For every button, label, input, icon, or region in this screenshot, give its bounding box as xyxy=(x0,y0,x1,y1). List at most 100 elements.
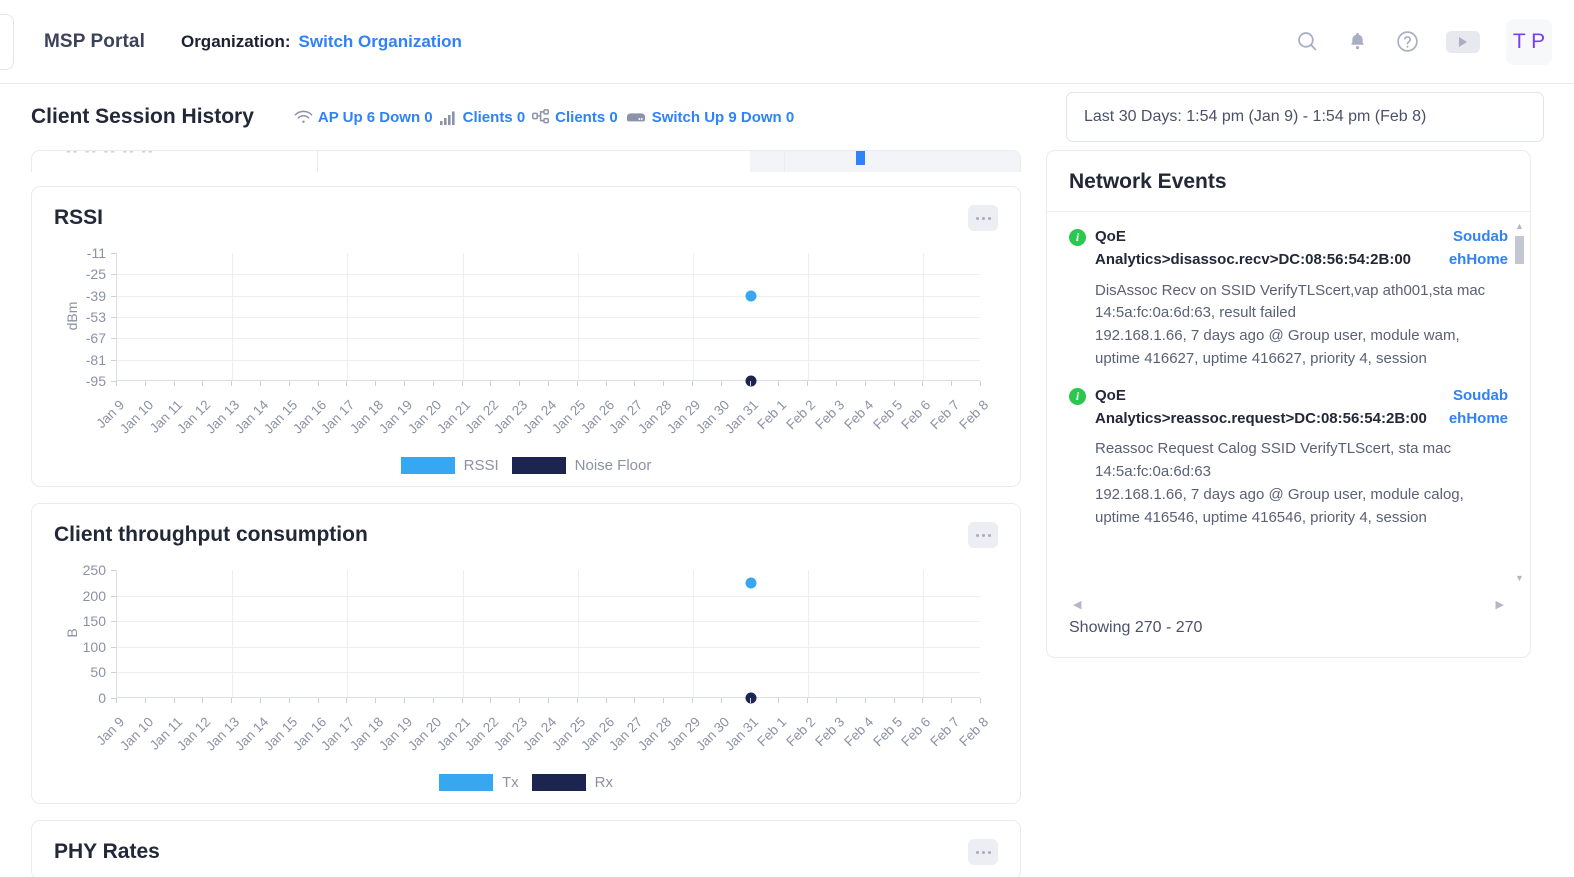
gridline-vertical xyxy=(808,253,810,380)
x-axis-tick xyxy=(288,698,290,703)
legend-item[interactable]: RSSI xyxy=(400,457,499,474)
gridline-horizontal xyxy=(117,274,980,276)
scroll-down-icon[interactable]: ▼ xyxy=(1514,574,1525,583)
status-clients-wired[interactable]: Clients 0 xyxy=(532,109,618,126)
date-range-selector[interactable]: Last 30 Days: 1:54 pm (Jan 9) - 1:54 pm … xyxy=(1066,92,1544,142)
data-point[interactable] xyxy=(745,375,757,387)
x-axis-tick xyxy=(116,381,117,386)
network-events-vertical-scrollbar[interactable]: ▲ ▼ xyxy=(1514,222,1525,583)
previous-card-partial: ▪▪ ▪▪ ▪▪ ▪▪ ▪▪ xyxy=(31,150,1021,172)
x-axis-tick xyxy=(634,698,636,703)
event-user-link[interactable]: SoudabehHome xyxy=(1446,226,1508,272)
x-axis-tick xyxy=(144,381,146,386)
legend-item[interactable]: Rx xyxy=(531,774,613,791)
x-axis-tick xyxy=(864,381,866,386)
gridline-vertical xyxy=(693,253,694,380)
rssi-legend: RSSI Noise Floor xyxy=(54,457,998,474)
legend-item[interactable]: Tx xyxy=(438,774,519,791)
event-description: Reassoc Request Calog SSID VerifyTLScert… xyxy=(1095,440,1464,526)
brand-title: MSP Portal xyxy=(44,30,145,52)
scroll-right-icon[interactable]: ▶ xyxy=(1496,598,1504,611)
switch-icon xyxy=(625,110,647,124)
bell-icon[interactable] xyxy=(1346,30,1369,53)
throughput-card-menu-button[interactable] xyxy=(968,522,998,548)
gridline-vertical xyxy=(577,570,579,697)
list-item[interactable]: i QoE Analytics>disassoc.recv>DC:08:56:5… xyxy=(1069,226,1508,371)
x-axis-tick xyxy=(202,698,204,703)
gridline-horizontal xyxy=(117,595,980,597)
search-icon[interactable] xyxy=(1295,29,1320,54)
gridline-vertical xyxy=(347,570,349,697)
video-play-icon[interactable] xyxy=(1446,30,1480,53)
gridline-vertical xyxy=(232,570,234,697)
x-axis-tick xyxy=(260,381,261,386)
x-axis-tick xyxy=(490,381,492,386)
gridline-vertical xyxy=(808,570,810,697)
legend-label: RSSI xyxy=(463,457,499,474)
y-axis-tick-label: -39 xyxy=(85,287,106,304)
x-axis-tick xyxy=(461,381,463,386)
network-events-footer: Showing 270 - 270 xyxy=(1069,619,1203,636)
network-events-horizontal-scrollbar[interactable]: ◀ ▶ xyxy=(1047,592,1530,611)
gridline-vertical xyxy=(347,253,349,380)
scroll-left-icon[interactable]: ◀ xyxy=(1073,598,1081,611)
throughput-chart: 250 200 150 100 50 0 B Jan 9 Jan 10 Jan 11 Jan 12 J… xyxy=(32,552,1020,803)
gridline-horizontal xyxy=(117,672,980,674)
data-point[interactable] xyxy=(745,692,757,704)
x-axis-tick xyxy=(231,381,233,386)
network-events-column: Network Events i QoE Analytics>disassoc.… xyxy=(1046,150,1531,674)
network-events-list: i QoE Analytics>disassoc.recv>DC:08:56:5… xyxy=(1047,212,1530,592)
data-point[interactable] xyxy=(745,290,757,302)
scrollbar-thumb[interactable] xyxy=(1515,236,1524,264)
status-ap[interactable]: AP Up 6 Down 0 xyxy=(294,109,433,126)
event-description: DisAssoc Recv on SSID VerifyTLScert,vap … xyxy=(1095,281,1486,367)
help-icon[interactable] xyxy=(1395,29,1420,54)
status-clients-wireless-text: Clients 0 xyxy=(462,108,526,126)
status-clients-wireless[interactable]: Clients 0 xyxy=(439,108,526,126)
network-status-summary: AP Up 6 Down 0 Clients 0 Clients 0 Switc… xyxy=(294,109,794,126)
gridline-horizontal xyxy=(117,295,980,297)
x-axis-tick xyxy=(634,381,636,386)
status-switch[interactable]: Switch Up 9 Down 0 xyxy=(625,109,794,126)
y-axis-tick xyxy=(111,621,116,623)
y-axis-tick xyxy=(111,646,116,648)
gridline-vertical xyxy=(923,253,925,380)
x-axis-tick xyxy=(346,381,348,386)
phy-rates-card-title: PHY Rates xyxy=(54,840,160,863)
status-ap-text: AP Up 6 Down 0 xyxy=(317,108,433,126)
x-axis-tick xyxy=(720,381,722,386)
charts-column: ▪▪ ▪▪ ▪▪ ▪▪ ▪▪ RSSI -11 -25 -39 -53 -67 -81 -9… xyxy=(31,150,1021,877)
x-axis-tick xyxy=(116,698,117,703)
gridline-vertical xyxy=(923,570,925,697)
x-axis-tick xyxy=(490,698,492,703)
list-item[interactable]: i QoE Analytics>reassoc.request>DC:08:56… xyxy=(1069,385,1508,530)
x-axis-tick xyxy=(288,381,290,386)
x-axis-tick xyxy=(576,698,578,703)
x-axis-tick xyxy=(893,698,895,703)
x-axis-tick xyxy=(317,698,319,703)
network-events-card: Network Events i QoE Analytics>disassoc.… xyxy=(1046,150,1531,658)
scroll-up-icon[interactable]: ▲ xyxy=(1514,222,1525,231)
rssi-card-title: RSSI xyxy=(54,206,104,229)
switch-organization-link[interactable]: Switch Organization xyxy=(299,32,462,52)
avatar[interactable]: T P xyxy=(1506,18,1552,65)
x-axis-tick xyxy=(605,381,607,386)
sidebar-collapse-handle[interactable] xyxy=(0,13,14,70)
legend-item[interactable]: Noise Floor xyxy=(511,457,651,474)
top-navigation-bar: MSP Portal Organization: Switch Organiza… xyxy=(0,0,1574,84)
x-axis-tick xyxy=(922,381,924,386)
gridline-vertical xyxy=(577,253,579,380)
y-axis-tick xyxy=(111,295,116,297)
rssi-card-menu-button[interactable] xyxy=(968,205,998,231)
phy-rates-card-menu-button[interactable] xyxy=(968,839,998,865)
page-subheader: Client Session History AP Up 6 Down 0 Cl… xyxy=(0,84,1574,150)
wifi-icon xyxy=(294,110,313,125)
data-point[interactable] xyxy=(745,577,757,589)
x-axis-tick xyxy=(548,698,549,703)
info-icon: i xyxy=(1069,387,1086,405)
y-axis-tick xyxy=(111,570,116,571)
x-axis-tick xyxy=(260,698,261,703)
gridline-vertical xyxy=(462,570,464,697)
event-user-link[interactable]: SoudabehHome xyxy=(1446,385,1508,431)
gridline-vertical xyxy=(693,570,694,697)
